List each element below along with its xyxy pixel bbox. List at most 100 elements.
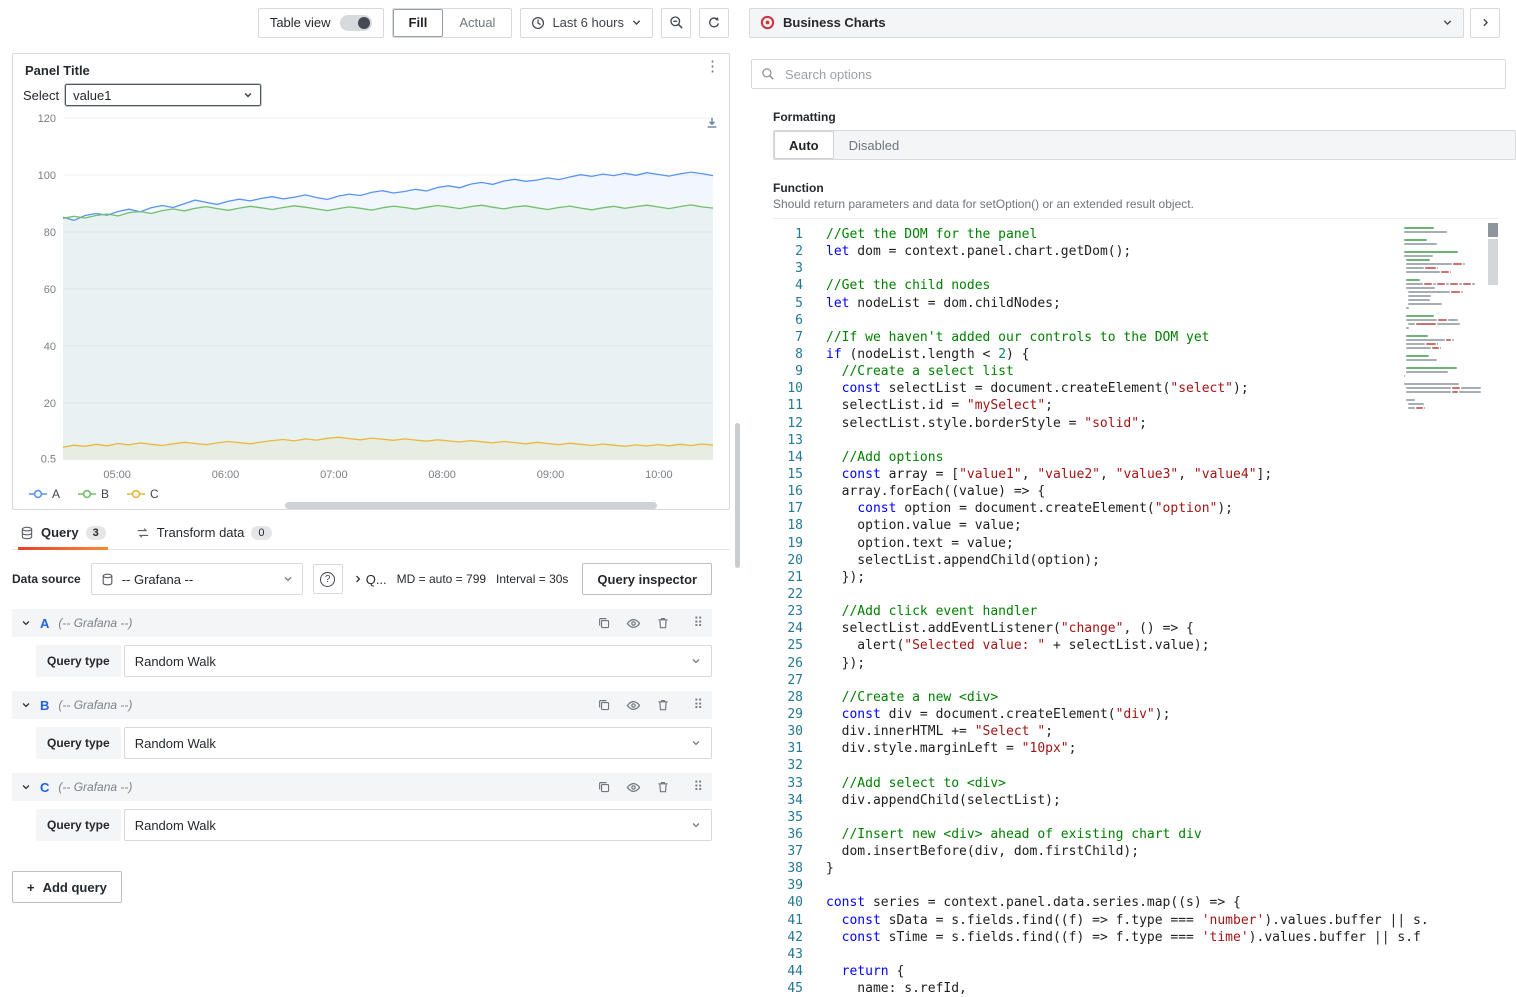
- code-line[interactable]: 17 const option = document.createElement…: [773, 500, 1498, 517]
- query-options-collapsed[interactable]: Q...: [353, 572, 387, 587]
- actual-option-button[interactable]: Actual: [443, 9, 511, 37]
- zoom-out-button[interactable]: [661, 8, 691, 38]
- panel-menu-icon[interactable]: ⋮: [705, 59, 720, 75]
- code-line[interactable]: 12 selectList.style.borderStyle = "solid…: [773, 415, 1498, 432]
- svg-text:20: 20: [44, 398, 56, 410]
- table-view-switch[interactable]: [340, 15, 372, 31]
- code-line[interactable]: 22: [773, 586, 1498, 603]
- search-input[interactable]: [783, 66, 1496, 83]
- drag-handle-icon[interactable]: ⠿: [693, 697, 703, 713]
- drag-handle-icon[interactable]: ⠿: [693, 615, 703, 631]
- visualization-picker[interactable]: Business Charts: [749, 8, 1464, 38]
- tab-query-label: Query: [41, 525, 79, 540]
- code-line[interactable]: 35: [773, 809, 1498, 826]
- query-type-select[interactable]: Random Walk: [124, 645, 712, 677]
- query-row-header[interactable]: C (-- Grafana --) ⠿: [12, 773, 712, 801]
- code-line[interactable]: 26 });: [773, 655, 1498, 672]
- code-line[interactable]: 40const series = context.panel.data.seri…: [773, 894, 1498, 911]
- code-line[interactable]: 4//Get the child nodes: [773, 277, 1498, 294]
- tab-transform-data[interactable]: Transform data 0: [132, 518, 276, 549]
- line-number: 26: [773, 655, 803, 672]
- code-line[interactable]: 36 //Insert new <div> ahead of existing …: [773, 826, 1498, 843]
- code-line[interactable]: 31 div.style.marginLeft = "10px";: [773, 740, 1498, 757]
- hide-query-icon[interactable]: [626, 616, 641, 631]
- download-chart-icon[interactable]: [705, 116, 719, 130]
- code-editor[interactable]: 1//Get the DOM for the panel2let dom = c…: [773, 218, 1498, 997]
- code-line[interactable]: 10 const selectList = document.createEle…: [773, 380, 1498, 397]
- formatting-auto-option[interactable]: Auto: [774, 131, 834, 159]
- code-line[interactable]: 28 //Create a new <div>: [773, 689, 1498, 706]
- duplicate-query-icon[interactable]: [597, 780, 611, 794]
- code-line[interactable]: 23 //Add click event handler: [773, 603, 1498, 620]
- query-type-label: Query type: [36, 727, 121, 759]
- code-line[interactable]: 1//Get the DOM for the panel: [773, 226, 1498, 243]
- code-line[interactable]: 21 });: [773, 569, 1498, 586]
- left-pane-horizontal-scrollbar[interactable]: [285, 502, 657, 509]
- code-line[interactable]: 32: [773, 757, 1498, 774]
- delete-query-icon[interactable]: [656, 698, 670, 712]
- code-line[interactable]: 7//If we haven't added our controls to t…: [773, 329, 1498, 346]
- code-line[interactable]: 25 alert("Selected value: " + selectList…: [773, 637, 1498, 654]
- code-line[interactable]: 19 option.text = value;: [773, 535, 1498, 552]
- code-line[interactable]: 9 //Create a select list: [773, 363, 1498, 380]
- code-line[interactable]: 39: [773, 877, 1498, 894]
- formatting-disabled-option[interactable]: Disabled: [834, 131, 915, 159]
- refresh-button[interactable]: [699, 8, 729, 38]
- duplicate-query-icon[interactable]: [597, 698, 611, 712]
- code-line[interactable]: 20 selectList.appendChild(option);: [773, 552, 1498, 569]
- datasource-value: -- Grafana --: [122, 572, 194, 587]
- legend-item-c[interactable]: C: [127, 487, 159, 501]
- code-line[interactable]: 43: [773, 946, 1498, 963]
- scrollbar-thumb[interactable]: [1488, 223, 1498, 237]
- code-line[interactable]: 29 const div = document.createElement("d…: [773, 706, 1498, 723]
- code-line[interactable]: 34 div.appendChild(selectList);: [773, 792, 1498, 809]
- code-line[interactable]: 13: [773, 432, 1498, 449]
- duplicate-query-icon[interactable]: [597, 616, 611, 630]
- minimap[interactable]: [1404, 227, 1482, 411]
- code-line[interactable]: 16 array.forEach((value) => {: [773, 483, 1498, 500]
- code-line[interactable]: 41 const sData = s.fields.find((f) => f.…: [773, 912, 1498, 929]
- query-inspector-button[interactable]: Query inspector: [582, 563, 712, 595]
- fill-option-button[interactable]: Fill: [393, 9, 444, 37]
- code-line[interactable]: 3: [773, 260, 1498, 277]
- code-line[interactable]: 33 //Add select to <div>: [773, 775, 1498, 792]
- code-line[interactable]: 37 dom.insertBefore(div, dom.firstChild)…: [773, 843, 1498, 860]
- query-type-select[interactable]: Random Walk: [124, 809, 712, 841]
- code-line[interactable]: 45 name: s.refId,: [773, 980, 1498, 997]
- code-line[interactable]: 42 const sTime = s.fields.find((f) => f.…: [773, 929, 1498, 946]
- code-line[interactable]: 14 //Add options: [773, 449, 1498, 466]
- options-search: [751, 59, 1506, 89]
- code-line[interactable]: 2let dom = context.panel.chart.getDom();: [773, 243, 1498, 260]
- drag-handle-icon[interactable]: ⠿: [693, 779, 703, 795]
- add-query-button[interactable]: + Add query: [12, 871, 122, 903]
- datasource-picker[interactable]: -- Grafana --: [91, 563, 303, 595]
- code-line[interactable]: 11 selectList.id = "mySelect";: [773, 397, 1498, 414]
- code-line[interactable]: 44 return {: [773, 963, 1498, 980]
- code-line[interactable]: 6: [773, 312, 1498, 329]
- code-line[interactable]: 38}: [773, 860, 1498, 877]
- code-line[interactable]: 30 div.innerHTML += "Select ";: [773, 723, 1498, 740]
- code-line[interactable]: 18 option.value = value;: [773, 517, 1498, 534]
- code-line[interactable]: 5let nodeList = dom.childNodes;: [773, 295, 1498, 312]
- collapse-options-button[interactable]: [1470, 8, 1500, 38]
- datasource-help-button[interactable]: ?: [313, 564, 343, 594]
- hide-query-icon[interactable]: [626, 780, 641, 795]
- code-line[interactable]: 24 selectList.addEventListener("change",…: [773, 620, 1498, 637]
- legend-item-a[interactable]: A: [29, 487, 60, 501]
- query-row-header[interactable]: B (-- Grafana --) ⠿: [12, 691, 712, 719]
- query-row-header[interactable]: A (-- Grafana --) ⠿: [12, 609, 712, 637]
- code-line[interactable]: 27: [773, 672, 1498, 689]
- code-line[interactable]: 8if (nodeList.length < 2) {: [773, 346, 1498, 363]
- delete-query-icon[interactable]: [656, 780, 670, 794]
- editor-scrollbar[interactable]: [1488, 223, 1498, 423]
- code-line[interactable]: 15 const array = ["value1", "value2", "v…: [773, 466, 1498, 483]
- panel-value-select[interactable]: value1: [65, 84, 261, 106]
- left-pane-vertical-scrollbar[interactable]: [735, 423, 740, 568]
- hide-query-icon[interactable]: [626, 698, 641, 713]
- tab-query[interactable]: Query 3: [16, 518, 110, 549]
- panel-custom-controls: Select value1: [13, 81, 729, 108]
- legend-item-b[interactable]: B: [78, 487, 109, 501]
- time-range-picker[interactable]: Last 6 hours: [520, 8, 653, 38]
- query-type-select[interactable]: Random Walk: [124, 727, 712, 759]
- delete-query-icon[interactable]: [656, 616, 670, 630]
